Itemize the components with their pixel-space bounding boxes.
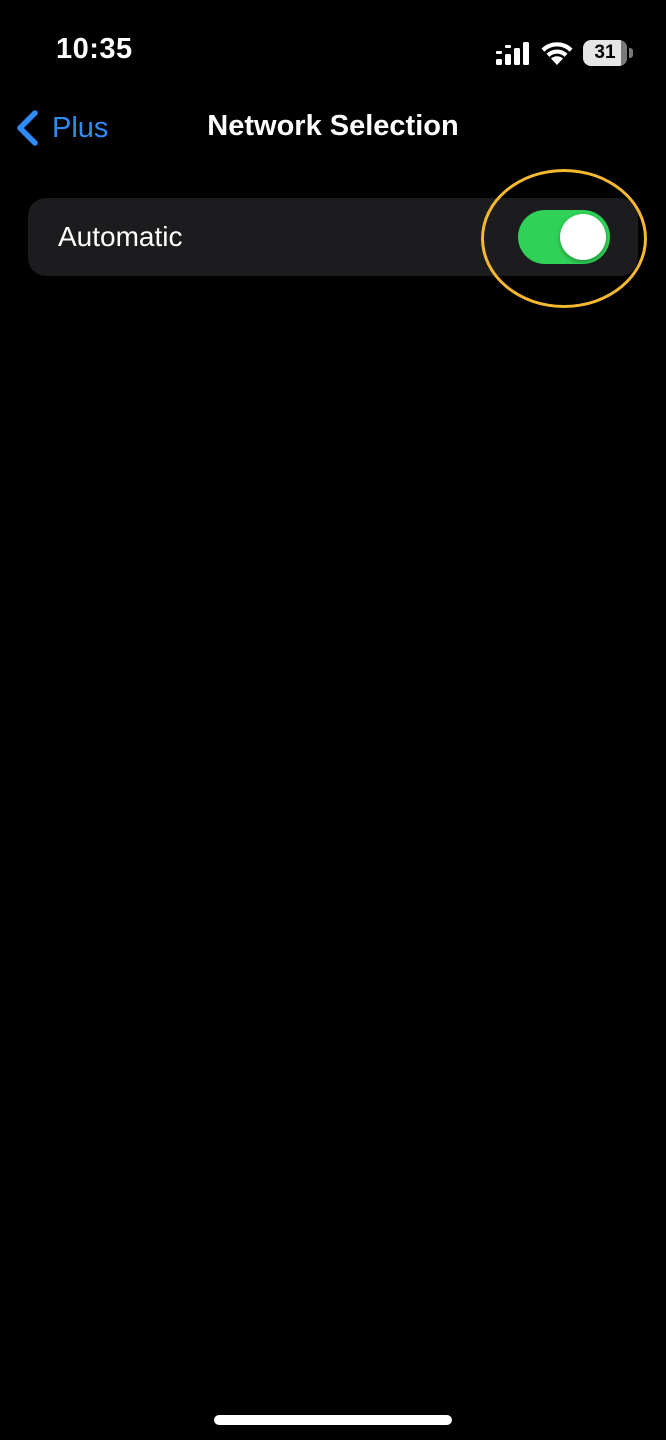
automatic-toggle[interactable]: [518, 210, 610, 264]
status-time: 10:35: [56, 33, 133, 65]
automatic-label: Automatic: [58, 221, 183, 252]
page-title: Network Selection: [207, 110, 459, 142]
battery-icon: 31: [583, 40, 633, 66]
battery-tip: [629, 48, 633, 58]
status-bar: 10:35 31: [0, 0, 666, 100]
battery-body: 31: [583, 40, 627, 66]
cellular-signal-icon: [496, 42, 529, 65]
home-indicator[interactable]: [214, 1415, 452, 1425]
battery-level: 31: [594, 42, 616, 63]
settings-group: Automatic: [28, 198, 638, 276]
wifi-icon: [541, 42, 573, 65]
toggle-knob: [560, 214, 606, 260]
